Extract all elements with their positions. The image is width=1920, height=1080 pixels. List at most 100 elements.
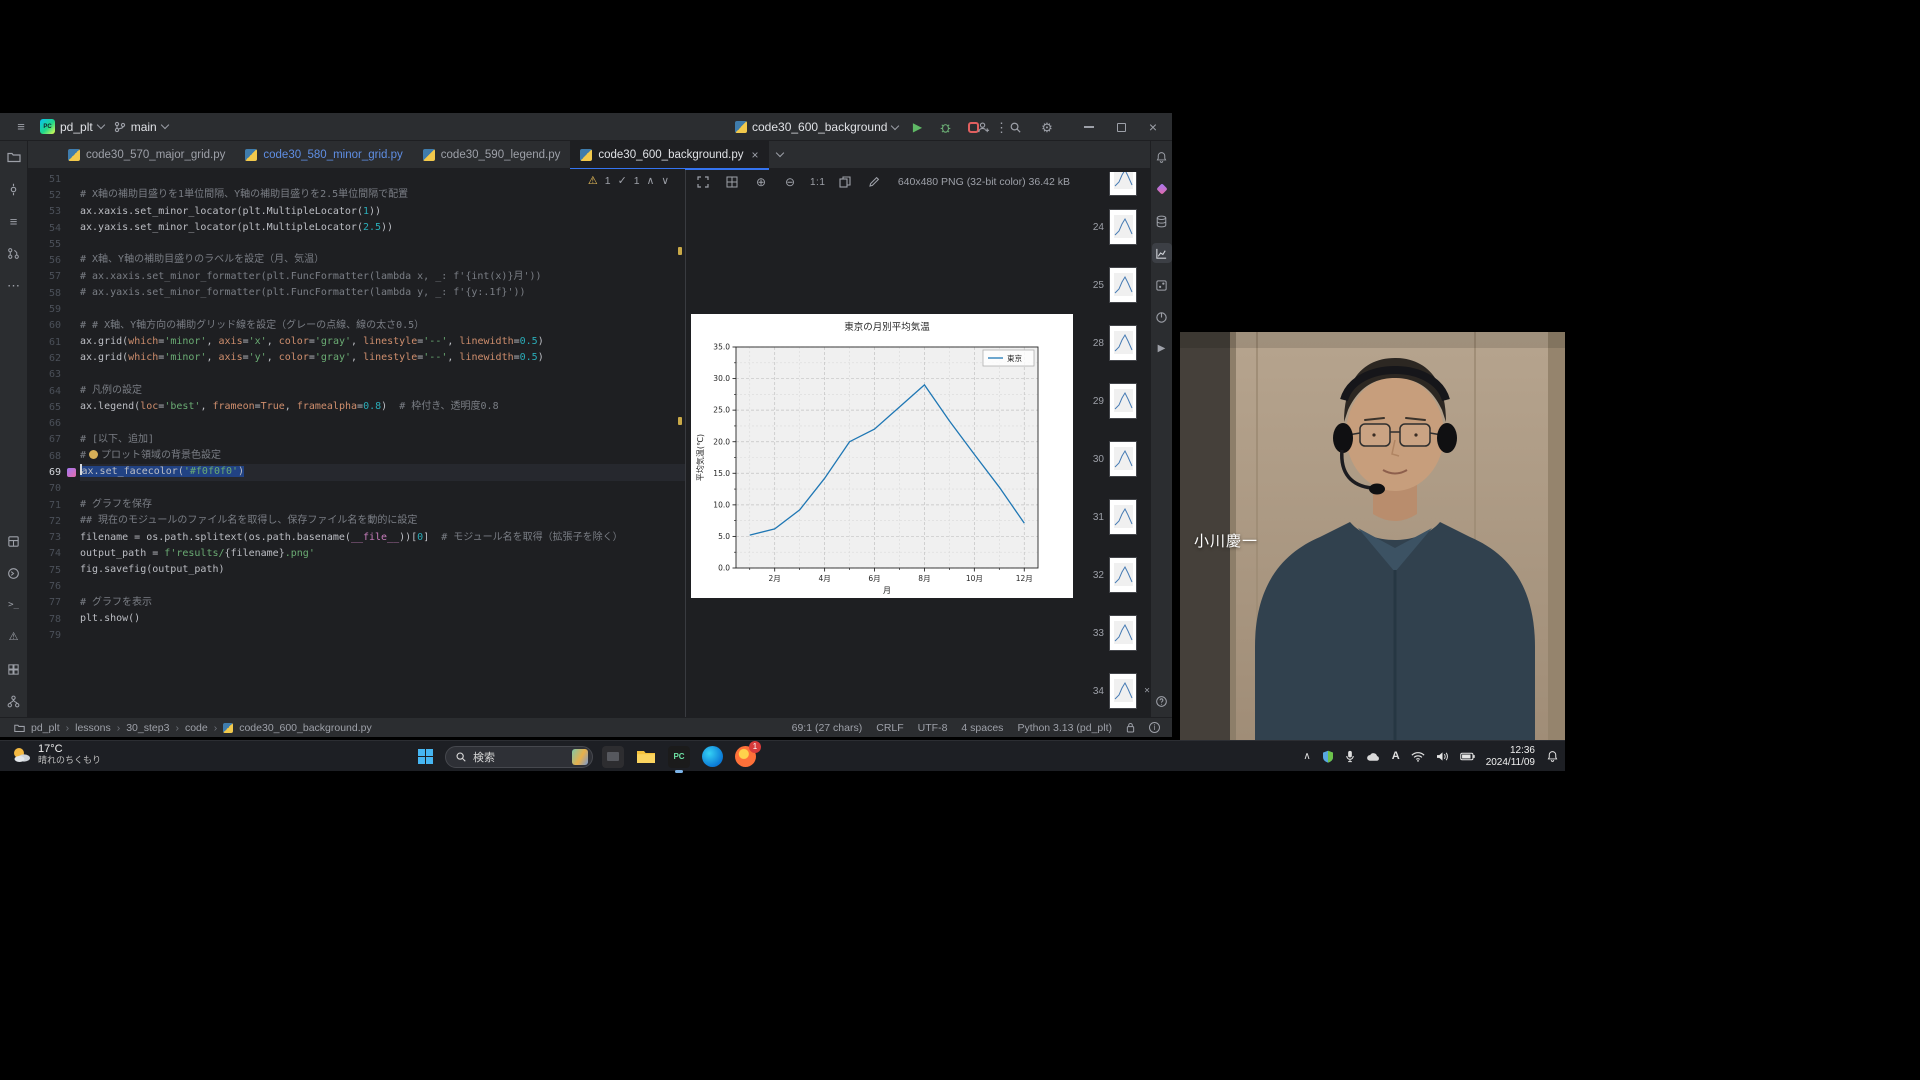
code-with-me-button[interactable] [974, 117, 992, 137]
code-line[interactable]: # # X軸、Y軸方向の補助グリッド線を設定（グレーの点線、線の太さ0.5） [80, 318, 685, 334]
more-tools-button[interactable]: ⋯ [4, 275, 24, 295]
code-line[interactable]: #プロット領域の背景色設定 [80, 448, 685, 464]
line-number[interactable]: 70 [28, 481, 80, 497]
line-number[interactable]: 55 [28, 236, 80, 252]
python-console-tool-button[interactable] [4, 563, 24, 583]
code-line[interactable]: # X軸、Y軸の補助目盛りのラベルを設定（月、気温） [80, 252, 685, 268]
terminal-tool-button[interactable]: >_ [4, 595, 24, 615]
crumb-lessons[interactable]: lessons [75, 722, 111, 734]
next-problem-icon[interactable]: ∨ [661, 175, 669, 187]
zoom-in-button[interactable]: ⊕ [752, 172, 770, 192]
line-number[interactable]: 52 [28, 187, 80, 203]
plot-thumbnail-image[interactable] [1110, 326, 1136, 360]
settings-button[interactable]: ⚙ [1038, 117, 1056, 137]
code-line[interactable]: # [以下、追加] [80, 432, 685, 448]
plot-thumbnail[interactable]: 31 [1078, 488, 1150, 546]
line-number[interactable]: 56 [28, 252, 80, 268]
plot-thumbnail[interactable]: 25 [1078, 256, 1150, 314]
code-line[interactable]: ax.grid(which='minor', axis='y', color='… [80, 350, 685, 366]
indent-setting[interactable]: 4 spaces [961, 722, 1003, 734]
search-highlight-image[interactable] [572, 749, 588, 765]
run-button[interactable]: ▶ [908, 117, 926, 137]
minimize-button[interactable] [1080, 117, 1098, 137]
plot-thumbnail-image[interactable] [1110, 210, 1136, 244]
run-configuration-select[interactable]: code30_600_background [735, 120, 898, 134]
database-tool-button[interactable] [1152, 211, 1172, 231]
code-line[interactable]: # ax.xaxis.set_minor_formatter(plt.FuncF… [80, 269, 685, 285]
line-number[interactable]: 58 [28, 285, 80, 301]
line-number[interactable]: 63 [28, 367, 80, 383]
plot-thumbnail[interactable]: 34× [1078, 662, 1150, 717]
code-line[interactable]: # グラフを表示 [80, 595, 685, 611]
plot-thumbnail[interactable] [1078, 172, 1150, 198]
plot-thumbnail[interactable]: 33 [1078, 604, 1150, 662]
line-number[interactable]: 57 [28, 269, 80, 285]
line-number[interactable]: 76 [28, 578, 80, 594]
problems-tool-button[interactable]: ⚠ [4, 627, 24, 647]
edge-browser-button[interactable] [699, 744, 725, 770]
line-number[interactable]: 74 [28, 546, 80, 562]
code-line[interactable]: ax.grid(which='minor', axis='x', color='… [80, 334, 685, 350]
line-number[interactable]: 65 [28, 399, 80, 415]
line-number[interactable]: 71 [28, 497, 80, 513]
plot-thumbnail[interactable]: 24 [1078, 198, 1150, 256]
scrollbar-warning-mark[interactable] [678, 247, 682, 255]
ai-action-icon[interactable] [67, 468, 76, 477]
code-line[interactable]: ax.xaxis.set_minor_locator(plt.MultipleL… [80, 204, 685, 220]
close-window-button[interactable]: × [1144, 117, 1162, 137]
copy-plot-button[interactable] [836, 172, 854, 192]
plot-thumbnail[interactable]: 30 [1078, 430, 1150, 488]
line-number[interactable]: 69 [28, 464, 80, 480]
code-line[interactable]: ax.set_facecolor('#f0f0f0') [80, 464, 685, 480]
microphone-icon[interactable] [1345, 750, 1355, 763]
code-line[interactable] [80, 578, 685, 594]
clock-widget[interactable]: 12:36 2024/11/09 [1486, 745, 1535, 768]
branch-widget[interactable]: main [114, 120, 168, 134]
code-line[interactable]: filename = os.path.splitext(os.path.base… [80, 530, 685, 546]
info-icon[interactable]: i [1149, 722, 1160, 733]
close-tab-icon[interactable]: × [752, 148, 759, 162]
taskbar-search-input[interactable]: 検索 [445, 746, 593, 768]
actual-size-button[interactable]: 1:1 [810, 177, 825, 188]
python-packages-tool-button[interactable] [4, 531, 24, 551]
file-encoding[interactable]: UTF-8 [918, 722, 948, 734]
code-line[interactable] [80, 236, 685, 252]
line-number[interactable]: 77 [28, 595, 80, 611]
line-number[interactable]: 66 [28, 415, 80, 431]
onedrive-cloud-icon[interactable] [1366, 752, 1381, 762]
line-number[interactable]: 79 [28, 627, 80, 643]
crumb-code[interactable]: code [185, 722, 208, 734]
plots-tool-button[interactable] [1152, 243, 1172, 263]
volume-icon[interactable] [1436, 751, 1449, 762]
hidden-icons-chevron[interactable]: ∧ [1303, 752, 1310, 762]
file-explorer-button[interactable] [633, 744, 659, 770]
pycharm-app-button[interactable]: PC [666, 744, 692, 770]
code-editor[interactable]: 5152535455565758596061626364656667686970… [28, 169, 685, 717]
ime-indicator[interactable]: A [1392, 751, 1400, 762]
code-line[interactable]: ax.legend(loc='best', frameon=True, fram… [80, 399, 685, 415]
start-button[interactable] [412, 744, 438, 770]
code-line[interactable] [80, 415, 685, 431]
code-line[interactable]: # X軸の補助目盛りを1単位間隔、Y軸の補助目盛りを2.5単位間隔で配置 [80, 187, 685, 203]
maximize-button[interactable] [1112, 117, 1130, 137]
caret-position[interactable]: 69:1 (27 chars) [792, 722, 863, 734]
plot-image[interactable]: 2月4月6月8月10月12月0.05.010.015.020.025.030.0… [691, 314, 1073, 598]
plot-thumbnail-image[interactable] [1110, 384, 1136, 418]
pinned-app-button[interactable] [600, 744, 626, 770]
editor-gutter[interactable]: 5152535455565758596061626364656667686970… [28, 169, 80, 717]
line-number[interactable]: 78 [28, 611, 80, 627]
tab-code30-590-legend[interactable]: code30_590_legend.py [413, 141, 571, 169]
code-line[interactable]: output_path = f'results/{filename}.png' [80, 546, 685, 562]
pull-requests-tool-button[interactable] [4, 243, 24, 263]
lock-icon[interactable] [1126, 722, 1135, 733]
line-number[interactable]: 68 [28, 448, 80, 464]
line-number[interactable]: 54 [28, 220, 80, 236]
services-tool-button[interactable] [4, 659, 24, 679]
code-line[interactable] [80, 481, 685, 497]
code-line[interactable] [80, 627, 685, 643]
line-number[interactable]: 61 [28, 334, 80, 350]
wifi-icon[interactable] [1411, 751, 1425, 762]
plot-thumbnail-image[interactable] [1110, 268, 1136, 302]
plot-thumbnail-image[interactable] [1110, 442, 1136, 476]
weather-widget[interactable]: 17°C 晴れのちくもり [10, 743, 101, 766]
